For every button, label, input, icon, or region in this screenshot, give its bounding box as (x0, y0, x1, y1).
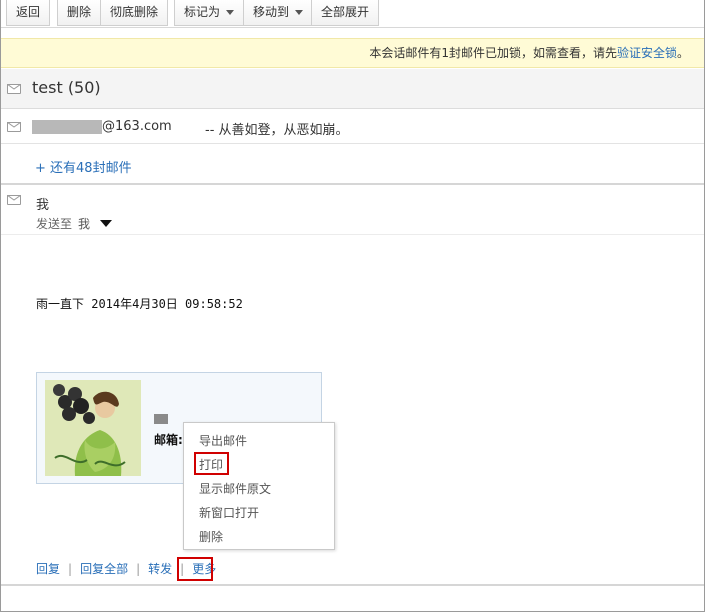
back-button[interactable]: 返回 (7, 0, 49, 25)
chevron-down-icon (295, 10, 304, 15)
collapsed-mail-row[interactable]: @163.com -- 从善如登，从恶如崩。 (1, 110, 704, 144)
delete-forever-button-label: 彻底删除 (110, 5, 159, 19)
mail-sender: 我 (36, 198, 50, 213)
separator: | (136, 561, 141, 576)
reply-link[interactable]: 回复 (36, 560, 60, 577)
delete-button-label: 删除 (67, 5, 92, 19)
toolbar-group-expand: 全部展开 (311, 0, 380, 26)
delete-forever-button[interactable]: 彻底删除 (100, 0, 167, 25)
redacted-sender-name (32, 120, 102, 134)
forward-link[interactable]: 转发 (148, 560, 172, 577)
send-to-value: 我 (78, 217, 91, 231)
toolbar-group-delete: 删除 彻底删除 (57, 0, 169, 26)
more-mails-row: + 还有48封邮件 (1, 145, 704, 185)
more-mails-link[interactable]: + 还有48封邮件 (35, 157, 132, 176)
envelope-icon (7, 195, 21, 205)
verify-lock-link[interactable]: 验证安全锁 (617, 46, 677, 60)
sender-address: @163.com (102, 119, 172, 134)
more-highlight-box (177, 557, 213, 581)
thread-header: test (50) (1, 69, 704, 109)
expand-all-button-label: 全部展开 (321, 5, 370, 19)
print-highlight-box (194, 452, 229, 475)
toolbar-group-back: 返回 (6, 0, 51, 26)
expand-all-button[interactable]: 全部展开 (312, 0, 378, 25)
chevron-down-icon (226, 10, 235, 15)
menu-item-export-mail[interactable]: 导出邮件 (199, 432, 247, 449)
banner-text: 本会话邮件有1封邮件已加锁，如需查看，请先 (369, 46, 617, 60)
mark-as-button[interactable]: 标记为 (175, 0, 243, 25)
separator: | (68, 561, 73, 576)
send-to-line: 发送至 我 (36, 215, 113, 232)
mark-as-button-label: 标记为 (184, 5, 221, 19)
menu-item-delete[interactable]: 删除 (199, 528, 223, 545)
toolbar-group-mark: 标记为 移动到 (174, 0, 314, 26)
banner-tail: 。 (676, 46, 689, 60)
divider (1, 234, 704, 235)
security-lock-banner: 本会话邮件有1封邮件已加锁，如需查看，请先验证安全锁。 (1, 38, 704, 68)
back-button-label: 返回 (16, 5, 41, 19)
mail-reader-window: 返回 删除 彻底删除 标记为 移动到 全部展开 本会话邮件有1封邮件已加锁，如需… (0, 0, 705, 612)
bottom-divider (1, 584, 704, 586)
toolbar: 返回 删除 彻底删除 标记为 移动到 全部展开 (1, 0, 704, 28)
send-to-label: 发送至 (36, 217, 73, 231)
recipients-dropdown-icon[interactable] (100, 220, 113, 227)
envelope-icon (7, 84, 21, 94)
move-to-button-label: 移动到 (253, 5, 290, 19)
envelope-icon (7, 122, 21, 132)
mail-snippet: -- 从善如登，从恶如崩。 (205, 123, 349, 138)
signature-mail-label: 邮箱: (154, 433, 183, 447)
thread-title: test (50) (32, 78, 101, 97)
menu-item-open-new-window[interactable]: 新窗口打开 (199, 504, 259, 521)
move-to-button[interactable]: 移动到 (243, 0, 312, 25)
menu-item-show-source[interactable]: 显示邮件原文 (199, 480, 271, 497)
delete-button[interactable]: 删除 (58, 0, 100, 25)
signature-avatar-image (45, 380, 141, 476)
more-context-menu: 导出邮件 打印 显示邮件原文 新窗口打开 删除 (183, 422, 335, 550)
redacted-signature-name (154, 414, 168, 424)
mail-body-text: 雨一直下 2014年4月30日 09:58:52 (36, 297, 243, 311)
reply-all-link[interactable]: 回复全部 (80, 560, 128, 577)
